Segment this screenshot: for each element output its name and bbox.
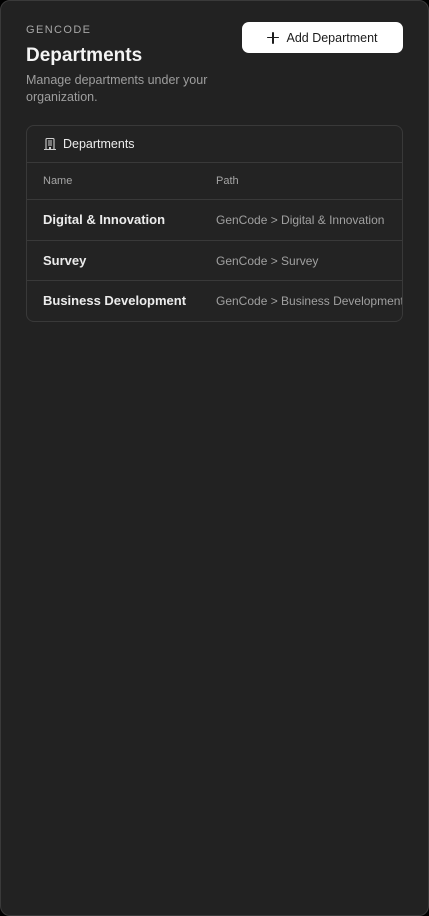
department-name: Business Development: [43, 293, 187, 308]
department-path: GenCode > Business Development: [216, 294, 403, 308]
add-department-label: Add Department: [286, 30, 378, 45]
card-header: Departments: [27, 126, 402, 163]
page-title: Departments: [26, 45, 143, 66]
department-path: GenCode > Survey: [216, 253, 319, 268]
departments-table: Name Path Digital & Innovation GenCode >…: [27, 163, 403, 321]
departments-card: Departments Name Path Digital & Innovati…: [26, 125, 403, 322]
app-window: GENCODE Departments Manage departments u…: [0, 0, 429, 916]
department-name: Digital & Innovation: [43, 212, 166, 227]
column-header-path: Path: [216, 175, 239, 187]
building-icon: [44, 137, 56, 151]
department-name: Survey: [43, 252, 87, 268]
table-header: Name Path: [27, 163, 402, 200]
column-header-name: Name: [43, 175, 73, 187]
add-department-button[interactable]: Add Department: [242, 22, 403, 53]
table-row[interactable]: Survey GenCode > Survey: [27, 241, 402, 281]
table-row[interactable]: Digital & Innovation GenCode > Digital &…: [27, 200, 402, 241]
card-title: Departments: [63, 137, 135, 151]
plus-icon: [267, 31, 280, 44]
page-description: Manage departments under your organizati…: [26, 73, 208, 104]
table-row[interactable]: Business Development GenCode > Business …: [27, 281, 403, 321]
department-path: GenCode > Digital & Innovation: [216, 213, 385, 227]
organization-label: GENCODE: [26, 24, 92, 36]
